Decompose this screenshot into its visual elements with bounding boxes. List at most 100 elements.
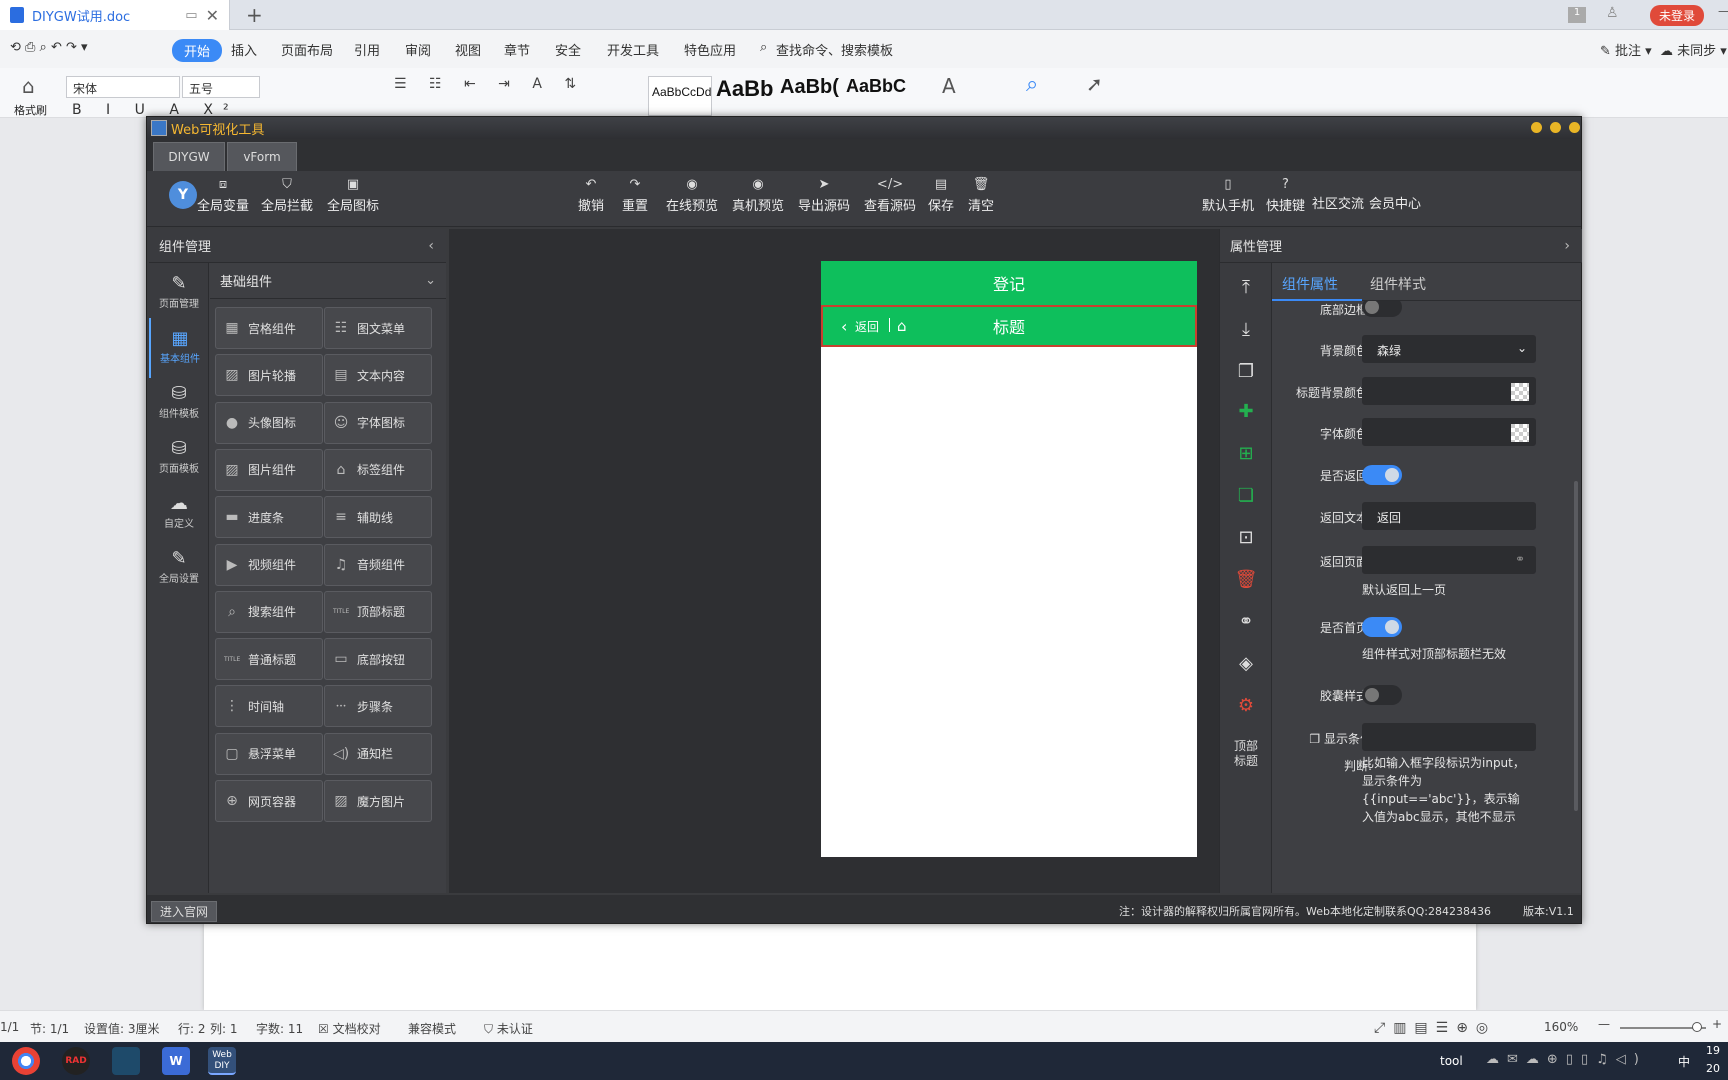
component-item[interactable]: ☺ 字体图标 (324, 401, 432, 444)
copy-icon[interactable]: ❐ (1220, 361, 1272, 382)
move-down-icon[interactable]: ⤓ (1220, 319, 1272, 340)
phone-nav-bar[interactable]: ‹ 返回 ⌂ 标题 (821, 305, 1197, 347)
component-item[interactable]: ♫ 音频组件 (324, 543, 432, 586)
shield-button-1[interactable]: ⛉ 全局拦截 (261, 177, 313, 214)
phone-top-bar[interactable]: 登记 (821, 261, 1197, 305)
send-button-4[interactable]: ➤ 导出源码 (798, 177, 850, 214)
component-item[interactable]: ◁) 通知栏 (324, 732, 432, 775)
help-button-1[interactable]: ? 快捷键 (1266, 177, 1305, 214)
paragraph-icons[interactable]: ☰ ☷ ⇤ ⇥ A ⇅ (394, 76, 585, 92)
component-item[interactable]: TITLE 顶部标题 (324, 590, 432, 633)
tab-diygw[interactable]: DIYGW (153, 142, 225, 171)
font-select[interactable]: 宋体 (66, 76, 180, 98)
format-brush-icon[interactable]: ⌂ (22, 74, 35, 98)
link-button-3[interactable]: 会员中心 (1369, 193, 1421, 212)
menu-layout[interactable]: 页面布局 (281, 40, 333, 59)
scrollbar[interactable] (1574, 481, 1578, 811)
component-item[interactable]: ▶ 视频组件 (215, 543, 323, 586)
skin-icon[interactable]: ♙ (1606, 5, 1619, 21)
component-item[interactable]: ▭ 底部按钮 (324, 638, 432, 681)
zoom-slider-handle[interactable] (1692, 1022, 1702, 1032)
nav-item-5[interactable]: ✎ 全局设置 (149, 538, 209, 598)
link-button-2[interactable]: 社区交流 (1312, 193, 1364, 212)
component-item[interactable]: ▨ 图片组件 (215, 448, 323, 491)
component-item[interactable]: ▨ 魔方图片 (324, 780, 432, 822)
proof-button[interactable]: ☒ 文档校对 (318, 1020, 381, 1037)
eye-button-3[interactable]: ◉ 真机预览 (732, 177, 784, 214)
font-size-select[interactable]: 五号 (182, 76, 260, 98)
toggle-is-home[interactable] (1362, 617, 1402, 637)
command-search[interactable]: 查找命令、搜索模板 (776, 40, 893, 59)
rad-icon[interactable]: RAD (62, 1047, 90, 1075)
component-item[interactable]: ⋮ 时间轴 (215, 685, 323, 728)
redo-button-1[interactable]: ↷ 重置 (622, 177, 648, 214)
toggle-bottom-border[interactable] (1362, 301, 1402, 317)
web-diy-icon[interactable]: Web DIY (208, 1047, 236, 1075)
menu-features[interactable]: 特色应用 (684, 40, 736, 59)
style-heading3[interactable]: AaBbC (846, 76, 906, 116)
select-bg-color[interactable]: 森绿 ⌄ (1362, 335, 1536, 363)
link-icon[interactable]: ⚭ (1220, 611, 1272, 632)
component-item[interactable]: ••• 步骤条 (324, 685, 432, 728)
menu-review[interactable]: 审阅 (405, 40, 431, 59)
gear-icon[interactable]: ⚙ (1220, 695, 1272, 716)
trash-button-7[interactable]: 🗑 清空 (968, 177, 994, 214)
menu-insert[interactable]: 插入 (231, 40, 257, 59)
component-item[interactable]: ▦ 宫格组件 (215, 307, 323, 349)
component-item[interactable]: ≡ 辅助线 (324, 496, 432, 539)
new-tab-button[interactable]: + (246, 3, 263, 27)
component-item[interactable]: ⊕ 网页容器 (215, 780, 323, 822)
style-normal[interactable]: AaBbCcDd (648, 76, 712, 116)
tab-vform[interactable]: vForm (227, 142, 297, 171)
tab-component-props[interactable]: 组件属性 (1282, 274, 1338, 294)
input-font-color[interactable] (1362, 418, 1536, 446)
phone-preview[interactable]: 登记 ‹ 返回 ⌂ 标题 (821, 261, 1197, 857)
pin-icon[interactable]: ▭ (185, 8, 197, 23)
component-item[interactable]: ☷ 图文菜单 (324, 307, 432, 349)
close-tab-icon[interactable]: ✕ (206, 6, 219, 25)
phone-button-0[interactable]: ▯ 默认手机 (1202, 177, 1254, 214)
duplicate-icon[interactable]: ❏ (1220, 485, 1272, 506)
color-picker-icon[interactable] (1511, 383, 1529, 401)
zoom-out-icon[interactable]: — (1598, 1017, 1610, 1031)
input-title-bg[interactable] (1362, 377, 1536, 405)
menu-chapter[interactable]: 章节 (504, 40, 530, 59)
zoom-level[interactable]: 160% (1544, 1020, 1578, 1034)
component-item[interactable]: ▬ 进度条 (215, 496, 323, 539)
puzzle-icon[interactable]: ✚ (1220, 401, 1272, 422)
toggle-capsule[interactable] (1362, 685, 1402, 705)
add-file-icon[interactable]: ⊞ (1220, 443, 1272, 464)
tool-close-icon[interactable] (1569, 122, 1580, 133)
collapse-right-icon[interactable]: › (1564, 238, 1570, 254)
component-item[interactable]: ▢ 悬浮菜单 (215, 732, 323, 775)
code-button-5[interactable]: </> 查看源码 (864, 177, 916, 214)
menu-start[interactable]: 开始 (172, 39, 223, 62)
component-group-header[interactable]: 基础组件 ⌄ (210, 263, 446, 299)
eye-button-2[interactable]: ◉ 在线预览 (666, 177, 718, 214)
sync-button[interactable]: ☁ 未同步 ▾ (1660, 40, 1727, 59)
tray-icons[interactable]: ☁✉☁⊕▯▯♫◁) (1486, 1052, 1647, 1067)
layers-icon[interactable]: ◈ (1220, 653, 1272, 674)
menu-devtools[interactable]: 开发工具 (607, 40, 659, 59)
nav-item-1[interactable]: ▦ 基本组件 (149, 318, 209, 378)
variable-button-0[interactable]: ⧈ 全局变量 (197, 177, 249, 214)
new-style-icon[interactable]: A (942, 74, 956, 98)
document-page[interactable] (204, 918, 1476, 1010)
nav-item-2[interactable]: ⛁ 组件模板 (149, 373, 209, 433)
toggle-is-back[interactable] (1362, 465, 1402, 485)
move-up-icon[interactable]: ⤒ (1220, 277, 1272, 298)
nav-item-0[interactable]: ✎ 页面管理 (149, 263, 209, 323)
select-icon[interactable]: ➚ (1086, 72, 1103, 96)
official-site-button[interactable]: 进入官网 (151, 901, 218, 922)
style-heading2[interactable]: AaBb( (780, 76, 839, 116)
undo-button-0[interactable]: ↶ 撤销 (578, 177, 604, 214)
comment-button[interactable]: ✎ 批注 ▾ (1600, 40, 1652, 59)
find-replace-icon[interactable]: ⌕ (1026, 72, 1038, 97)
menu-view[interactable]: 视图 (455, 40, 481, 59)
tab-component-style[interactable]: 组件样式 (1370, 274, 1426, 294)
component-item[interactable]: TITLE 普通标题 (215, 638, 323, 681)
color-picker-icon[interactable] (1511, 424, 1529, 442)
unlock-icon[interactable]: ⊡ (1220, 527, 1272, 548)
zoom-in-icon[interactable]: + (1712, 1017, 1722, 1031)
tool-maximize-icon[interactable] (1550, 122, 1561, 133)
